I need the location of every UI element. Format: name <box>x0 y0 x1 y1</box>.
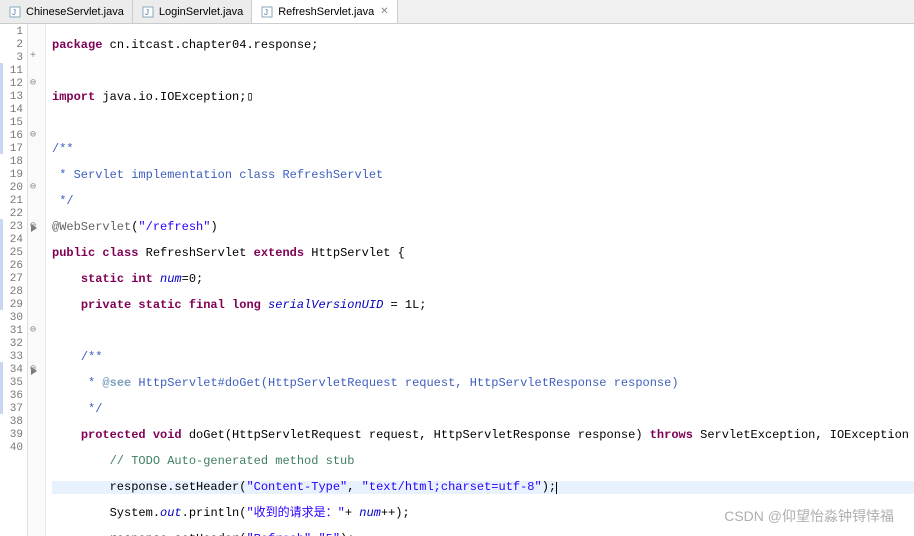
fold-expanded-icon[interactable] <box>28 364 45 377</box>
code-area[interactable]: package cn.itcast.chapter04.response; im… <box>46 24 914 536</box>
line-number: 32 <box>0 338 27 351</box>
fold-expanded-icon[interactable] <box>28 182 45 195</box>
close-icon[interactable]: ✕ <box>380 6 388 17</box>
line-number: 23 <box>0 221 27 234</box>
line-number-gutter: 1231112131415161718192021222324252627282… <box>0 24 28 536</box>
line-number: 19 <box>0 169 27 182</box>
line-number: 17 <box>0 143 27 156</box>
watermark-text: CSDN @仰望怡淼钟锝悻福 <box>724 506 894 526</box>
line-number: 21 <box>0 195 27 208</box>
line-number: 35 <box>0 377 27 390</box>
line-number: 31 <box>0 325 27 338</box>
fold-collapsed-icon[interactable] <box>28 52 45 65</box>
line-number: 20 <box>0 182 27 195</box>
line-number: 34 <box>0 364 27 377</box>
line-number: 26 <box>0 260 27 273</box>
line-number: 37 <box>0 403 27 416</box>
tab-label: ChineseServlet.java <box>26 6 124 18</box>
code-editor: 1231112131415161718192021222324252627282… <box>0 24 914 536</box>
editor-tabs: J ChineseServlet.java J LoginServlet.jav… <box>0 0 914 24</box>
text-cursor <box>556 482 557 494</box>
tab-label: LoginServlet.java <box>159 6 243 18</box>
line-number: 27 <box>0 273 27 286</box>
line-number: 18 <box>0 156 27 169</box>
fold-expanded-icon[interactable] <box>28 325 45 338</box>
line-number: 29 <box>0 299 27 312</box>
line-number: 38 <box>0 416 27 429</box>
line-number: 2 <box>0 39 27 52</box>
line-number: 16 <box>0 130 27 143</box>
line-number: 40 <box>0 442 27 455</box>
line-number: 36 <box>0 390 27 403</box>
svg-text:J: J <box>145 8 149 17</box>
line-number: 1 <box>0 26 27 39</box>
fold-expanded-icon[interactable] <box>28 130 45 143</box>
tab-label: RefreshServlet.java <box>278 6 374 18</box>
svg-text:J: J <box>264 8 268 17</box>
tab-refresh-servlet[interactable]: J RefreshServlet.java ✕ <box>252 0 397 23</box>
line-number: 14 <box>0 104 27 117</box>
line-number: 15 <box>0 117 27 130</box>
line-number: 28 <box>0 286 27 299</box>
fold-expanded-icon[interactable] <box>28 78 45 91</box>
svg-text:J: J <box>12 8 16 17</box>
tab-chinese-servlet[interactable]: J ChineseServlet.java <box>0 0 133 23</box>
line-number: 3 <box>0 52 27 65</box>
java-file-icon: J <box>8 5 22 19</box>
line-number: 12 <box>0 78 27 91</box>
java-file-icon: J <box>260 5 274 19</box>
line-number: 13 <box>0 91 27 104</box>
java-file-icon: J <box>141 5 155 19</box>
fold-expanded-icon[interactable] <box>28 221 45 234</box>
folding-gutter <box>28 24 46 536</box>
line-number: 11 <box>0 65 27 78</box>
line-number: 30 <box>0 312 27 325</box>
line-number: 25 <box>0 247 27 260</box>
line-number: 22 <box>0 208 27 221</box>
line-number: 33 <box>0 351 27 364</box>
line-number: 24 <box>0 234 27 247</box>
tab-login-servlet[interactable]: J LoginServlet.java <box>133 0 252 23</box>
line-number: 39 <box>0 429 27 442</box>
